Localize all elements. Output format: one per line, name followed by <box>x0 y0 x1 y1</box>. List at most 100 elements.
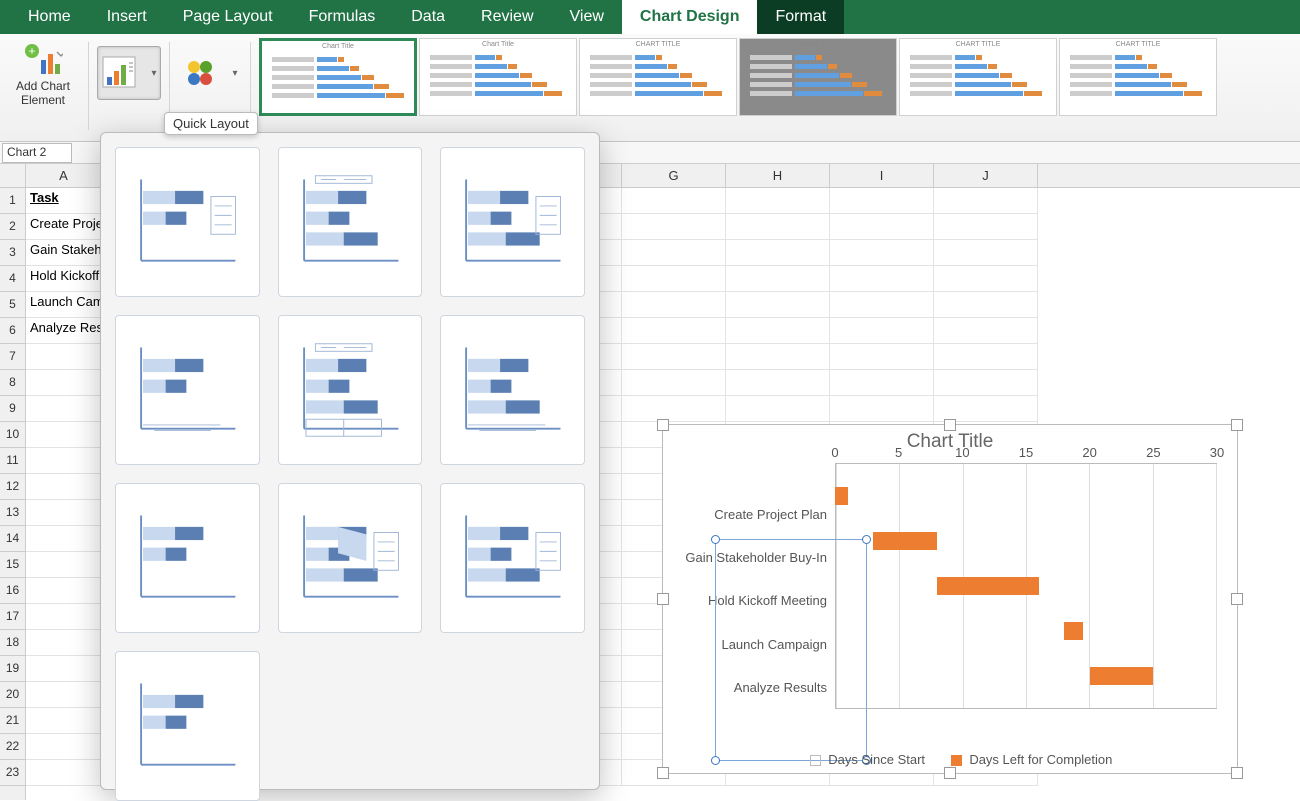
chart-object[interactable]: Chart Title 051015202530 Create Project … <box>662 424 1238 774</box>
row-header-8[interactable]: 8 <box>0 370 25 396</box>
cell-H1[interactable] <box>726 188 830 214</box>
cell-A16[interactable] <box>26 578 102 604</box>
cell-I3[interactable] <box>830 240 934 266</box>
cell-G4[interactable] <box>622 266 726 292</box>
ribbon-tab-home[interactable]: Home <box>10 0 89 34</box>
cell-A8[interactable] <box>26 370 102 396</box>
resize-handle-ne[interactable] <box>1231 419 1243 431</box>
resize-handle-w[interactable] <box>657 593 669 605</box>
change-colors-button[interactable]: ▾ <box>178 46 242 100</box>
row-header-10[interactable]: 10 <box>0 422 25 448</box>
cell-H8[interactable] <box>726 370 830 396</box>
row-header-2[interactable]: 2 <box>0 214 25 240</box>
cell-H7[interactable] <box>726 344 830 370</box>
cell-A19[interactable] <box>26 656 102 682</box>
cell-A23[interactable] <box>26 760 102 786</box>
row-header-14[interactable]: 14 <box>0 526 25 552</box>
resize-handle-se[interactable] <box>1231 767 1243 779</box>
cell-G6[interactable] <box>622 318 726 344</box>
row-header-11[interactable]: 11 <box>0 448 25 474</box>
cell-G1[interactable] <box>622 188 726 214</box>
cell-I8[interactable] <box>830 370 934 396</box>
layout-option-10[interactable] <box>115 651 260 801</box>
cell-A18[interactable] <box>26 630 102 656</box>
cell-I5[interactable] <box>830 292 934 318</box>
bar-segment[interactable] <box>1064 622 1083 640</box>
axis-selection[interactable] <box>715 539 867 761</box>
axis-handle[interactable] <box>711 535 720 544</box>
cell-A10[interactable] <box>26 422 102 448</box>
cell-G9[interactable] <box>622 396 726 422</box>
chart-style-1[interactable]: Chart Title <box>259 38 417 116</box>
row-header-22[interactable]: 22 <box>0 734 25 760</box>
cell-G2[interactable] <box>622 214 726 240</box>
row-header-23[interactable]: 23 <box>0 760 25 786</box>
layout-option-5[interactable] <box>278 315 423 465</box>
row-header-4[interactable]: 4 <box>0 266 25 292</box>
cell-J8[interactable] <box>934 370 1038 396</box>
row-header-20[interactable]: 20 <box>0 682 25 708</box>
chart-style-3[interactable]: CHART TITLE <box>579 38 737 116</box>
row-header-19[interactable]: 19 <box>0 656 25 682</box>
cell-I7[interactable] <box>830 344 934 370</box>
row-header-9[interactable]: 9 <box>0 396 25 422</box>
cell-A4[interactable]: Hold Kickoff Meeting <box>26 266 102 292</box>
row-header-17[interactable]: 17 <box>0 604 25 630</box>
resize-handle-nw[interactable] <box>657 419 669 431</box>
chart-style-5[interactable]: CHART TITLE <box>899 38 1057 116</box>
column-header-H[interactable]: H <box>726 164 830 187</box>
row-header-7[interactable]: 7 <box>0 344 25 370</box>
ribbon-tab-data[interactable]: Data <box>393 0 463 34</box>
quick-layout-button[interactable]: ▾ <box>97 46 161 100</box>
cell-A5[interactable]: Launch Campaign <box>26 292 102 318</box>
ribbon-tab-format[interactable]: Format <box>757 0 844 34</box>
layout-option-9[interactable] <box>440 483 585 633</box>
cell-A14[interactable] <box>26 526 102 552</box>
bar-segment[interactable] <box>1090 667 1154 685</box>
row-header-1[interactable]: 1 <box>0 188 25 214</box>
cell-J4[interactable] <box>934 266 1038 292</box>
cell-J7[interactable] <box>934 344 1038 370</box>
row-header-13[interactable]: 13 <box>0 500 25 526</box>
cell-G8[interactable] <box>622 370 726 396</box>
cell-J2[interactable] <box>934 214 1038 240</box>
cell-A6[interactable]: Analyze Results <box>26 318 102 344</box>
row-header-6[interactable]: 6 <box>0 318 25 344</box>
name-box[interactable]: Chart 2 <box>2 143 72 163</box>
cell-I9[interactable] <box>830 396 934 422</box>
cell-G3[interactable] <box>622 240 726 266</box>
layout-option-3[interactable] <box>440 147 585 297</box>
ribbon-tab-review[interactable]: Review <box>463 0 551 34</box>
ribbon-tab-view[interactable]: View <box>552 0 622 34</box>
bar-segment[interactable] <box>835 487 848 505</box>
cell-I2[interactable] <box>830 214 934 240</box>
cell-A22[interactable] <box>26 734 102 760</box>
cell-H4[interactable] <box>726 266 830 292</box>
chart-styles-gallery[interactable]: Chart TitleChart TitleCHART TITLECHART T… <box>259 38 1217 116</box>
cell-J5[interactable] <box>934 292 1038 318</box>
cell-A1[interactable]: Task <box>26 188 102 214</box>
cell-A2[interactable]: Create Project Plan <box>26 214 102 240</box>
cell-A7[interactable] <box>26 344 102 370</box>
cell-A12[interactable] <box>26 474 102 500</box>
row-header-18[interactable]: 18 <box>0 630 25 656</box>
cell-H9[interactable] <box>726 396 830 422</box>
cell-A15[interactable] <box>26 552 102 578</box>
quick-layout-dropdown[interactable] <box>100 132 600 790</box>
chart-legend[interactable]: Days Since Start Days Left for Completio… <box>663 752 1237 767</box>
cell-J3[interactable] <box>934 240 1038 266</box>
layout-option-6[interactable] <box>440 315 585 465</box>
cell-J1[interactable] <box>934 188 1038 214</box>
ribbon-tab-formulas[interactable]: Formulas <box>291 0 394 34</box>
cell-A17[interactable] <box>26 604 102 630</box>
cell-H2[interactable] <box>726 214 830 240</box>
cell-G5[interactable] <box>622 292 726 318</box>
resize-handle-sw[interactable] <box>657 767 669 779</box>
column-header-J[interactable]: J <box>934 164 1038 187</box>
resize-handle-e[interactable] <box>1231 593 1243 605</box>
row-header-21[interactable]: 21 <box>0 708 25 734</box>
chart-style-6[interactable]: CHART TITLE <box>1059 38 1217 116</box>
ribbon-tab-insert[interactable]: Insert <box>89 0 165 34</box>
cell-H6[interactable] <box>726 318 830 344</box>
cell-I1[interactable] <box>830 188 934 214</box>
